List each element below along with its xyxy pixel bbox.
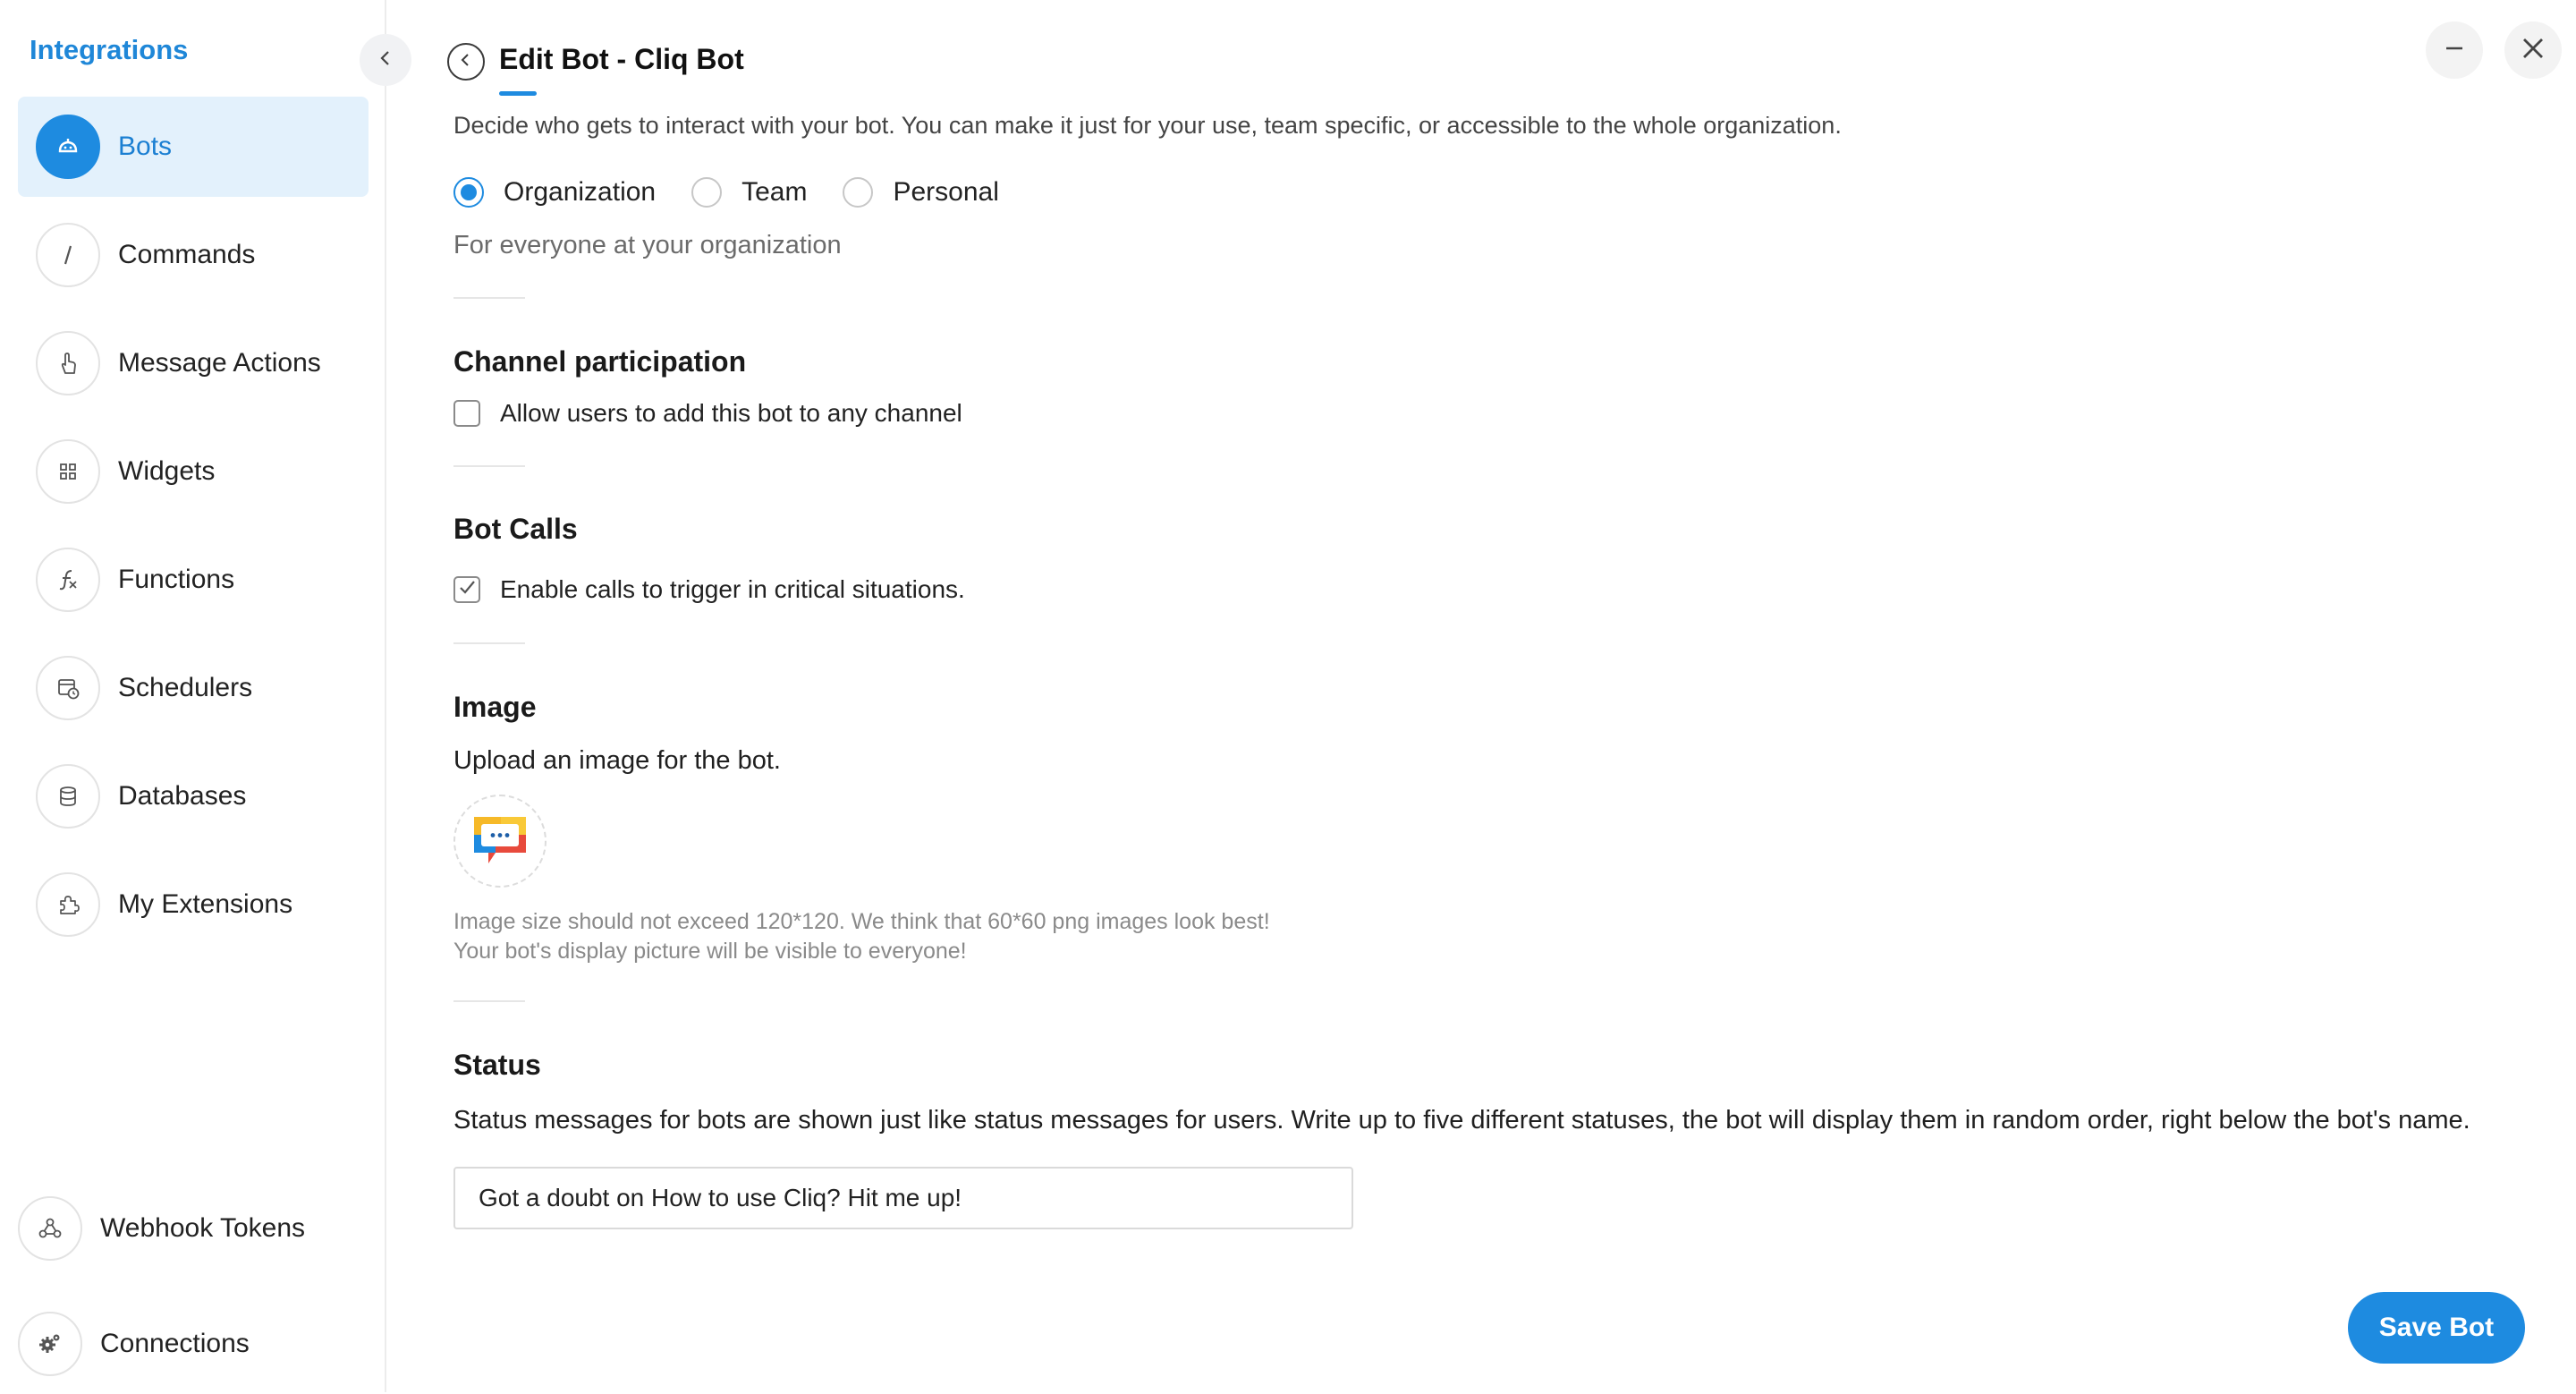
status-title: Status (453, 1049, 541, 1081)
image-size-note: Image size should not exceed 120*120. We… (453, 909, 1270, 934)
puzzle-icon (36, 872, 100, 937)
sidebar-item-connections[interactable]: Connections (18, 1294, 369, 1394)
sidebar-item-label: Connections (100, 1329, 250, 1358)
radio-personal[interactable] (843, 177, 874, 208)
sidebar-item-my-extensions[interactable]: My Extensions (18, 854, 369, 955)
channel-participation-title: Channel participation (453, 345, 747, 378)
sidebar-item-label: Schedulers (118, 673, 253, 702)
gears-icon (18, 1312, 82, 1376)
divider (453, 297, 525, 299)
channel-checkbox-label[interactable]: Allow users to add this bot to any chann… (500, 399, 962, 428)
access-radio-group: Organization Team Personal (453, 177, 1035, 208)
chevron-left-icon (376, 48, 395, 72)
database-icon (36, 764, 100, 829)
sidebar: Integrations Bots Commands Message Actio… (0, 0, 386, 1392)
calls-checkbox-row[interactable]: Enable calls to trigger in critical situ… (453, 575, 965, 604)
cliq-logo-icon (469, 808, 531, 875)
minimize-button[interactable] (2426, 21, 2483, 79)
status-input[interactable] (453, 1167, 1353, 1229)
bot-icon (36, 115, 100, 179)
sidebar-item-label: Webhook Tokens (100, 1213, 306, 1243)
chevron-left-icon (458, 52, 474, 72)
radio-label-personal[interactable]: Personal (893, 177, 998, 208)
bot-calls-title: Bot Calls (453, 513, 578, 545)
sidebar-item-widgets[interactable]: Widgets (18, 421, 369, 522)
sidebar-item-label: Bots (118, 132, 173, 161)
collapse-sidebar-button[interactable] (360, 34, 411, 86)
sidebar-item-label: Message Actions (118, 348, 321, 378)
image-title: Image (453, 691, 537, 723)
calls-checkbox[interactable] (453, 576, 480, 603)
sidebar-item-label: My Extensions (118, 889, 293, 919)
divider (453, 465, 525, 467)
access-description: Decide who gets to interact with your bo… (453, 116, 1842, 139)
close-button[interactable] (2504, 21, 2562, 79)
sidebar-item-webhook-tokens[interactable]: Webhook Tokens (18, 1178, 369, 1279)
radio-label-organization[interactable]: Organization (504, 177, 656, 208)
bot-image-upload[interactable] (453, 795, 547, 888)
hand-pointer-icon (36, 331, 100, 395)
sidebar-title: Integrations (30, 34, 189, 65)
slash-icon (36, 223, 100, 287)
sidebar-item-databases[interactable]: Databases (18, 746, 369, 846)
access-helper-text: For everyone at your organization (453, 231, 842, 259)
sidebar-item-schedulers[interactable]: Schedulers (18, 638, 369, 738)
sidebar-item-commands[interactable]: Commands (18, 205, 369, 305)
calendar-clock-icon (36, 656, 100, 720)
channel-checkbox[interactable] (453, 400, 480, 427)
status-description: Status messages for bots are shown just … (453, 1106, 2470, 1135)
calls-checkbox-label[interactable]: Enable calls to trigger in critical situ… (500, 575, 965, 604)
page-title: Edit Bot - Cliq Bot (499, 43, 744, 75)
radio-organization[interactable] (453, 177, 484, 208)
channel-checkbox-row[interactable]: Allow users to add this bot to any chann… (453, 399, 962, 428)
divider (453, 642, 525, 644)
sidebar-item-label: Functions (118, 565, 235, 594)
sidebar-item-message-actions[interactable]: Message Actions (18, 313, 369, 413)
sidebar-item-label: Commands (118, 240, 256, 269)
check-icon (457, 578, 477, 602)
image-description: Upload an image for the bot. (453, 746, 781, 775)
save-bot-button[interactable]: Save Bot (2348, 1292, 2525, 1364)
close-icon (2520, 35, 2546, 66)
divider (453, 1000, 525, 1002)
radio-label-team[interactable]: Team (741, 177, 807, 208)
sidebar-item-label: Widgets (118, 456, 216, 486)
sidebar-item-label: Databases (118, 781, 247, 811)
minus-icon (2443, 37, 2466, 64)
sidebar-item-bots[interactable]: Bots (18, 97, 369, 197)
radio-team[interactable] (691, 177, 723, 208)
image-visibility-note: Your bot's display picture will be visib… (453, 939, 967, 964)
title-underline (499, 91, 537, 96)
function-icon (36, 548, 100, 612)
back-button[interactable] (447, 43, 485, 81)
sidebar-item-functions[interactable]: Functions (18, 530, 369, 630)
webhook-icon (18, 1196, 82, 1261)
grid-icon (36, 439, 100, 504)
